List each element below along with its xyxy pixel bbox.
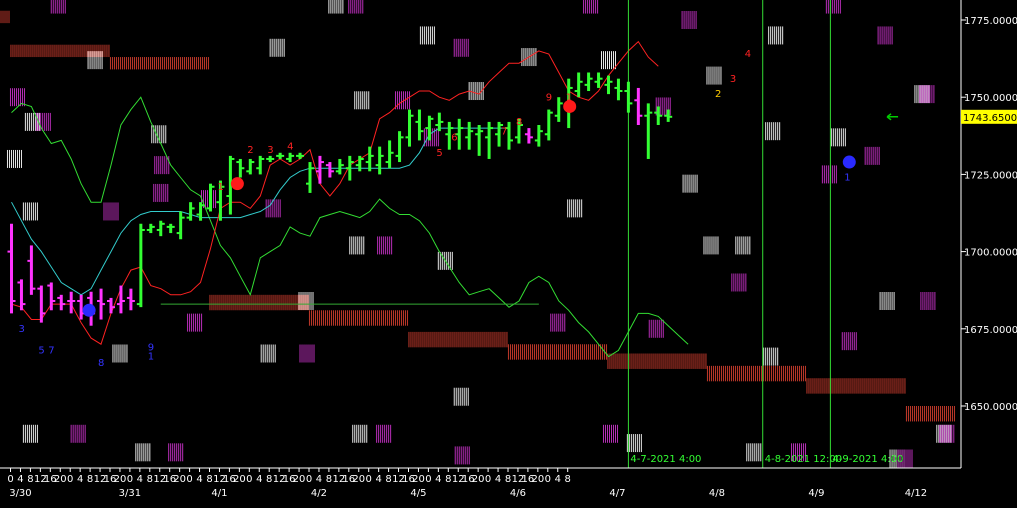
x-date-label: 3/30	[9, 488, 31, 499]
x-hour-label: 20	[233, 474, 246, 485]
x-hour-label: 4	[77, 474, 83, 485]
x-hour-label: 8	[505, 474, 511, 485]
count-label: 9	[546, 92, 552, 103]
ichimoku-price-chart: 4-7-2021 4:00 4-8-2021 12:004-9-2021 4:00…	[0, 0, 1017, 499]
x-hour-label: 0	[485, 474, 491, 485]
signal-dot	[563, 99, 577, 113]
x-hour-label: 8	[385, 474, 391, 485]
count-label: 3	[267, 145, 273, 156]
x-date-label: 4/5	[410, 488, 426, 499]
x-hour-label: 0	[7, 474, 13, 485]
signal-dot	[842, 155, 856, 169]
count-label: 5	[436, 148, 442, 159]
x-hour-label: 0	[366, 474, 372, 485]
x-hour-label: 20	[472, 474, 485, 485]
count-label: 7	[48, 346, 54, 357]
y-tick-label: 1700.0000	[964, 248, 1017, 259]
x-hour-label: 4	[137, 474, 143, 485]
count-label: 3	[730, 74, 736, 85]
x-hour-label: 8	[565, 474, 571, 485]
x-hour-label: 20	[412, 474, 425, 485]
x-hour-label: 8	[206, 474, 212, 485]
count-label: 8	[98, 358, 104, 369]
last-price-marker[interactable]: 1743.6500	[961, 109, 1017, 124]
x-hour-label: 4	[316, 474, 322, 485]
x-hour-label: 4	[17, 474, 23, 485]
x-hour-label: 20	[114, 474, 127, 485]
count-label: 4	[745, 49, 751, 60]
x-hour-label: 20	[531, 474, 544, 485]
x-hour-label: 0	[425, 474, 431, 485]
signal-dot	[230, 177, 244, 191]
x-hour-label: 4	[555, 474, 561, 485]
count-label: 7	[501, 126, 507, 137]
y-tick-label: 1750.0000	[964, 93, 1017, 104]
x-date-label: 4/8	[709, 488, 725, 499]
x-hour-label: 8	[445, 474, 451, 485]
x-date-label: 4/6	[510, 488, 526, 499]
x-hour-label: 0	[127, 474, 133, 485]
x-hour-label: 0	[246, 474, 252, 485]
x-hour-label: 0	[306, 474, 312, 485]
x-hour-label: 20	[293, 474, 306, 485]
x-hour-label: 8	[266, 474, 272, 485]
count-label: 1	[217, 182, 223, 193]
x-hour-label: 4	[256, 474, 262, 485]
count-label: 2	[715, 89, 721, 100]
count-label: 2	[247, 145, 253, 156]
x-date-label: 4/2	[311, 488, 327, 499]
x-hour-label: 4	[375, 474, 381, 485]
count-label: 6	[451, 132, 457, 143]
x-hour-label: 20	[173, 474, 186, 485]
y-tick-label: 1775.0000	[964, 16, 1017, 27]
last-price-label: 1743.6500	[963, 113, 1017, 124]
count-label: 1	[148, 352, 154, 363]
count-label: 4	[287, 142, 293, 153]
count-label: 3	[18, 324, 24, 335]
x-date-label: 4/7	[609, 488, 625, 499]
count-label: 5	[38, 346, 44, 357]
x-hour-label: 8	[87, 474, 93, 485]
x-hour-label: 0	[545, 474, 551, 485]
x-hour-label: 20	[352, 474, 365, 485]
x-axis: 0 4 8 121620 0 4 8 121620 0 4 8 121620 0 4 8 121620 0 4 8 1…	[7, 468, 927, 499]
vertical-marker-label: 4-7-2021 4:00	[630, 454, 701, 465]
vertical-marker-label: 4-9-2021 4:00	[832, 454, 903, 465]
y-axis: 1775.0000 1750.0000 1725.0000 1700.0000 1675…	[961, 16, 1017, 413]
x-hour-label: 8	[27, 474, 33, 485]
x-hour-label: 20	[54, 474, 67, 485]
x-hour-label: 4	[435, 474, 441, 485]
count-label: 8	[516, 117, 522, 128]
x-date-label: 4/12	[905, 488, 927, 499]
x-hour-label: 8	[147, 474, 153, 485]
x-hour-label: 4	[196, 474, 202, 485]
y-tick-label: 1725.0000	[964, 170, 1017, 181]
y-tick-label: 1675.0000	[964, 325, 1017, 336]
x-hour-label: 0	[67, 474, 73, 485]
x-hour-label: 8	[326, 474, 332, 485]
y-tick-label: 1650.0000	[964, 402, 1017, 413]
x-hour-label: 4	[495, 474, 501, 485]
x-date-label: 3/31	[119, 488, 141, 499]
x-date-label: 4/1	[211, 488, 227, 499]
signal-dot	[82, 303, 96, 317]
x-date-label: 4/9	[808, 488, 824, 499]
x-hour-label: 0	[186, 474, 192, 485]
plot-background	[0, 0, 961, 467]
count-label: 1	[844, 173, 850, 184]
